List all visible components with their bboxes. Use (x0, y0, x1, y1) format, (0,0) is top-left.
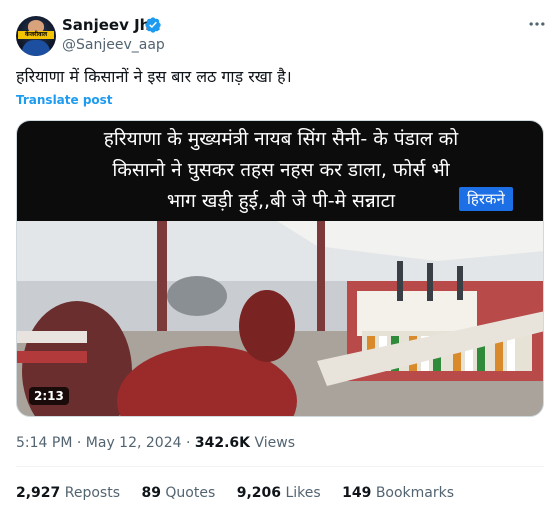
reposts-stat[interactable]: 2,927 Reposts (16, 484, 120, 502)
views-label: Views (254, 435, 296, 451)
caption-line: किसानो ने घुसकर तहस नहस कर डाला, फोर्स भ… (112, 159, 450, 181)
quotes-count: 89 (141, 485, 161, 501)
translate-post-link[interactable]: Translate post (16, 93, 113, 107)
post-metadata: 5:14 PM · May 12, 2024 · 342.6K Views (16, 434, 295, 452)
post-time[interactable]: 5:14 PM (16, 435, 72, 451)
bookmarks-count: 149 (342, 485, 372, 501)
bookmarks-label: Bookmarks (375, 485, 455, 501)
quotes-stat[interactable]: 89 Quotes (141, 484, 215, 502)
video-duration: 2:13 (29, 387, 69, 405)
reposts-count: 2,927 (16, 485, 61, 501)
bookmarks-stat[interactable]: 149 Bookmarks (342, 484, 454, 502)
meta-separator: · (185, 435, 195, 451)
views-count: 342.6K (194, 435, 251, 451)
verified-badge-icon (145, 17, 161, 33)
post-date[interactable]: May 12, 2024 (86, 435, 182, 451)
video-player[interactable]: हरियाणा के मुख्यमंत्री नायब सिंग सैनी- क… (16, 120, 544, 417)
avatar-body (22, 40, 50, 56)
more-options-icon[interactable] (527, 14, 547, 34)
avatar[interactable]: केजरीवाल (16, 16, 56, 56)
reposts-label: Reposts (64, 485, 120, 501)
likes-label: Likes (285, 485, 321, 501)
engagement-stats: 2,927 Reposts 89 Quotes 9,206 Likes 149 … (16, 484, 471, 502)
caption-line: हरियाणा के मुख्यमंत्री नायब सिंग सैनी- क… (103, 128, 459, 150)
likes-count: 9,206 (236, 485, 281, 501)
video-frame (17, 221, 543, 416)
author-handle[interactable]: @Sanjeev_aap (62, 36, 165, 54)
avatar-banner-text: केजरीवाल (18, 31, 54, 39)
quotes-label: Quotes (165, 485, 216, 501)
meta-separator: · (76, 435, 86, 451)
divider (16, 466, 544, 467)
tweet-card: केजरीवाल Sanjeev Jha @Sanjeev_aap हरियाण… (0, 0, 560, 521)
video-caption-banner: हरियाणा के मुख्यमंत्री नायब सिंग सैनी- क… (17, 121, 543, 221)
tweet-text: हरियाणा में किसानों ने इस बार लठ गाड़ रख… (16, 67, 292, 86)
likes-stat[interactable]: 9,206 Likes (237, 484, 321, 502)
channel-badge: हिरकने (459, 187, 513, 211)
